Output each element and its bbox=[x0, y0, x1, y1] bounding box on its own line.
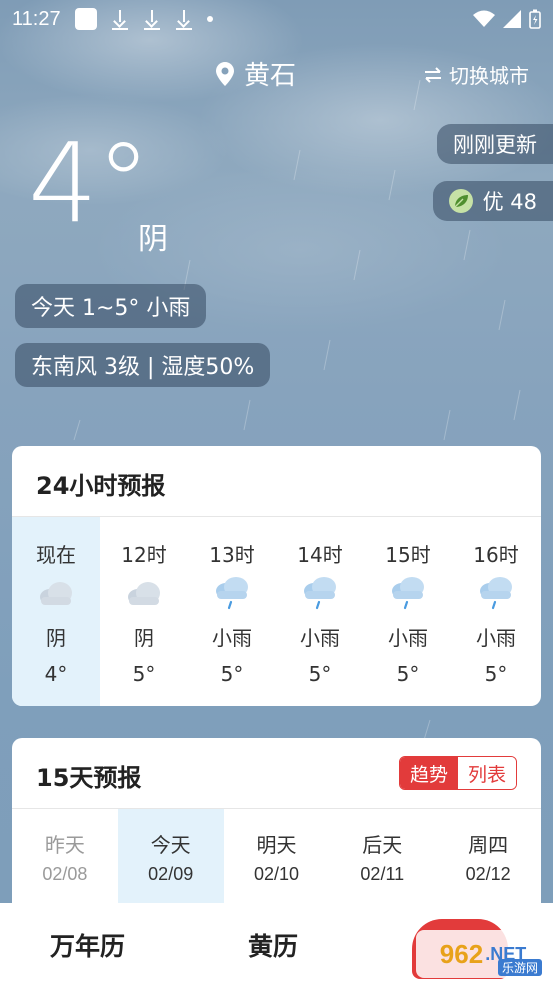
view-toggle: 趋势 列表 bbox=[399, 756, 517, 790]
more-notifications-dot-icon bbox=[206, 16, 213, 22]
list-tab[interactable]: 列表 bbox=[458, 757, 516, 789]
day-label: 明天 bbox=[256, 833, 297, 857]
signal-icon bbox=[503, 10, 521, 28]
day-date: 02/08 bbox=[42, 864, 88, 884]
hour-desc: 小雨 bbox=[212, 625, 252, 650]
leaf-icon bbox=[448, 189, 473, 213]
app-notification-icon bbox=[74, 8, 97, 30]
hourly-list[interactable]: 现在 阴 4° 12时 阴 5° 13时 小雨 5° 14时 小雨 5° 15时… bbox=[12, 517, 541, 706]
current-temperature: 4° bbox=[28, 119, 151, 247]
aqi-badge[interactable]: 优 48 bbox=[432, 181, 553, 221]
wifi-icon bbox=[473, 10, 495, 27]
day-label: 昨天 bbox=[44, 833, 85, 857]
day-label: 今天 bbox=[150, 833, 191, 857]
light-rain-icon bbox=[390, 569, 426, 617]
hour-desc: 阴 bbox=[134, 625, 154, 650]
day-date: 02/12 bbox=[465, 864, 511, 884]
hour-temp: 4° bbox=[44, 662, 68, 686]
hourly-forecast-card: 24小时预报 现在 阴 4° 12时 阴 5° 13时 小雨 5° 14时 小雨… bbox=[12, 446, 541, 706]
download-icon bbox=[175, 8, 193, 30]
wind-humidity: 东南风 3级 | 湿度50% bbox=[15, 343, 271, 387]
day-date: 02/10 bbox=[253, 864, 300, 884]
hour-temp: 5° bbox=[132, 662, 156, 686]
hourly-title: 24小时预报 bbox=[36, 472, 166, 500]
hour-item[interactable]: 12时 阴 5° bbox=[100, 517, 188, 706]
today-summary: 今天 1~5° 小雨 bbox=[15, 284, 207, 328]
battery-icon bbox=[529, 9, 541, 29]
cloudy-icon bbox=[126, 569, 162, 617]
hour-temp: 5° bbox=[396, 662, 420, 686]
day-date: 02/09 bbox=[148, 864, 194, 884]
hour-item[interactable]: 15时 小雨 5° bbox=[364, 517, 452, 706]
light-rain-icon bbox=[214, 569, 250, 617]
system-icons bbox=[473, 9, 541, 29]
day-label: 后天 bbox=[362, 833, 403, 857]
download-icon bbox=[111, 8, 129, 30]
nav-almanac[interactable]: 黄历 bbox=[248, 927, 298, 963]
location-pin-icon bbox=[216, 61, 234, 86]
hour-time: 15时 bbox=[385, 543, 431, 567]
city-name: 黄石 bbox=[244, 61, 297, 91]
notification-icons bbox=[74, 8, 213, 30]
cloudy-icon bbox=[38, 569, 74, 617]
hour-time: 16时 bbox=[473, 543, 519, 567]
hour-time: 12时 bbox=[121, 543, 167, 567]
swap-arrows-icon bbox=[425, 66, 441, 83]
hour-temp: 5° bbox=[220, 662, 244, 686]
switch-city-button[interactable]: 切换城市 bbox=[423, 60, 529, 89]
current-condition: 阴 bbox=[138, 222, 168, 257]
download-icon bbox=[143, 8, 161, 30]
hour-desc: 小雨 bbox=[476, 625, 516, 650]
watermark-logo: 962 .NET 乐游网 bbox=[416, 930, 550, 978]
hour-time: 现在 bbox=[36, 543, 76, 567]
hour-time: 14时 bbox=[297, 543, 343, 567]
status-bar: 11:27 bbox=[0, 0, 553, 38]
status-time: 11:27 bbox=[12, 7, 61, 30]
hour-item[interactable]: 现在 阴 4° bbox=[12, 517, 100, 706]
hour-desc: 阴 bbox=[46, 625, 66, 650]
updated-badge: 刚刚更新 bbox=[437, 124, 553, 164]
trend-tab[interactable]: 趋势 bbox=[400, 757, 458, 789]
hour-item[interactable]: 14时 小雨 5° bbox=[276, 517, 364, 706]
hour-time: 13时 bbox=[209, 543, 255, 567]
watermark-sub: 乐游网 bbox=[497, 959, 542, 976]
hour-desc: 小雨 bbox=[388, 625, 428, 650]
hour-item[interactable]: 16时 小雨 5° bbox=[452, 517, 540, 706]
hour-item[interactable]: 13时 小雨 5° bbox=[188, 517, 276, 706]
aqi-value: 优 48 bbox=[482, 190, 537, 214]
hour-temp: 5° bbox=[308, 662, 332, 686]
light-rain-icon bbox=[302, 569, 338, 617]
nav-calendar[interactable]: 万年历 bbox=[50, 927, 125, 963]
light-rain-icon bbox=[478, 569, 514, 617]
watermark-number: 962 bbox=[439, 938, 484, 969]
day-label: 周四 bbox=[468, 833, 509, 857]
location[interactable]: 黄石 bbox=[216, 55, 296, 92]
hour-desc: 小雨 bbox=[300, 625, 340, 650]
day-date: 02/11 bbox=[360, 864, 405, 884]
switch-city-label: 切换城市 bbox=[449, 64, 529, 88]
hour-temp: 5° bbox=[484, 662, 508, 686]
